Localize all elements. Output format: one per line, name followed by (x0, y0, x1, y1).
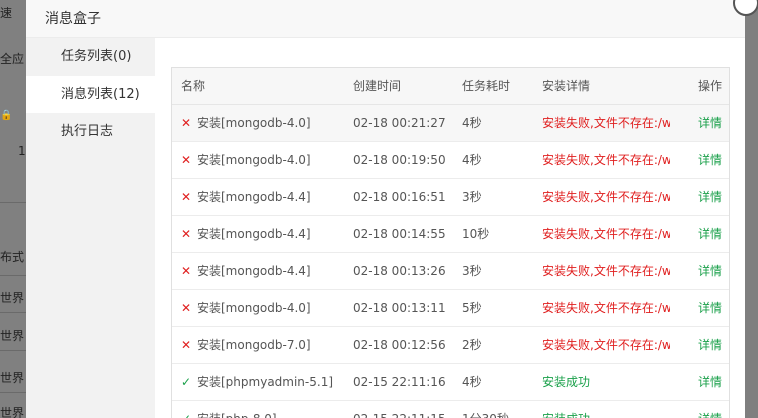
bg-text: 速 (0, 6, 13, 20)
task-name: 安装[mongodb-4.0] (197, 153, 311, 167)
detail-link[interactable]: 详情 (698, 327, 722, 363)
detail-link[interactable]: 详情 (698, 105, 722, 141)
bg-text: 全应 (0, 52, 25, 66)
install-detail: 安装失败,文件不存在:/www (542, 190, 670, 204)
check-icon: ✓ (181, 375, 192, 389)
dialog-header: 消息盒子 (26, 0, 745, 38)
created-time: 02-18 00:16:51 (353, 190, 446, 204)
created-time: 02-15 22:11:15 (353, 401, 446, 418)
detail-link[interactable]: 详情 (698, 179, 722, 215)
task-duration: 4秒 (462, 153, 482, 167)
cross-icon: ✕ (181, 190, 192, 204)
task-name: 安装[mongodb-4.4] (197, 227, 311, 241)
bg-text: 世界 (0, 291, 25, 305)
lock-icon: 🔒 (0, 110, 13, 121)
task-duration: 3秒 (462, 190, 482, 204)
table-row: ✕ 安装[mongodb-4.4] 02-18 00:16:51 3秒 安装失败,文件不… (172, 179, 729, 216)
cross-icon: ✕ (181, 116, 192, 130)
created-time: 02-18 00:12:56 (353, 338, 446, 352)
task-duration: 1分30秒 (462, 401, 509, 418)
install-detail: 安装失败,文件不存在:/www (542, 264, 670, 278)
detail-link[interactable]: 详情 (698, 364, 722, 400)
install-detail: 安装失败,文件不存在:/www (542, 153, 670, 167)
check-icon: ✓ (181, 401, 191, 418)
bg-text: 1 (18, 144, 26, 158)
task-duration: 5秒 (462, 301, 482, 315)
bg-divider (0, 312, 26, 313)
install-detail: 安装失败,文件不存在:/www (542, 301, 670, 315)
tab-task-list[interactable]: 任务列表(0) (26, 38, 155, 75)
table-row: ✕ 安装[mongodb-4.0] 02-18 00:19:50 4秒 安装失败,文件不… (172, 142, 729, 179)
table-header: 名称 创建时间 任务耗时 安装详情 操作 (172, 68, 729, 105)
header-install-detail: 安装详情 (542, 79, 591, 93)
task-duration: 4秒 (462, 116, 482, 130)
detail-link[interactable]: 详情 (698, 290, 722, 326)
task-name: 安装[mongodb-4.0] (197, 116, 311, 130)
table-row: ✕ 安装[mongodb-4.4] 02-18 00:14:55 10秒 安装失败,文件… (172, 216, 729, 253)
tab-execution-log[interactable]: 执行日志 (26, 113, 155, 150)
table-row: ✕ 安装[mongodb-4.0] 02-18 00:21:27 4秒 安装失败,文件不… (172, 105, 729, 142)
table-row: ✕ 安装[mongodb-4.0] 02-18 00:13:11 5秒 安装失败,文件不… (172, 290, 729, 327)
task-name: 安装[mongodb-4.0] (197, 301, 311, 315)
created-time: 02-18 00:13:11 (353, 301, 446, 315)
cross-icon: ✕ (181, 227, 192, 241)
task-name: 安装[mongodb-4.4] (197, 264, 311, 278)
detail-link[interactable]: 详情 (698, 253, 722, 289)
header-action: 操作 (698, 79, 723, 93)
task-duration: 2秒 (462, 338, 482, 352)
table-row: ✕ 安装[mongodb-4.4] 02-18 00:13:26 3秒 安装失败,文件不… (172, 253, 729, 290)
created-time: 02-18 00:19:50 (353, 153, 446, 167)
created-time: 02-18 00:21:27 (353, 116, 446, 130)
header-duration: 任务耗时 (462, 79, 511, 93)
cross-icon: ✕ (181, 301, 192, 315)
install-detail: 安装成功 (542, 401, 670, 418)
task-name: 安装[mongodb-4.4] (197, 190, 311, 204)
table-row: ✓ 安装[php-8.0] 02-15 22:11:15 1分30秒 安装成功 详情 (172, 401, 729, 418)
bg-divider (0, 202, 26, 203)
header-created-time: 创建时间 (353, 79, 402, 93)
table-row: ✓ 安装[phpmyadmin-5.1] 02-15 22:11:16 4秒 安装成功 详… (172, 364, 729, 401)
bg-text: 布式 (0, 250, 25, 264)
detail-link[interactable]: 详情 (698, 142, 722, 178)
detail-link[interactable]: 详情 (698, 401, 722, 418)
bg-divider (0, 350, 26, 351)
created-time: 02-15 22:11:16 (353, 375, 446, 389)
cross-icon: ✕ (181, 264, 192, 278)
header-name: 名称 (181, 79, 206, 93)
install-detail: 安装失败,文件不存在:/www (542, 227, 670, 241)
bg-text: 世界 (0, 329, 25, 343)
task-duration: 4秒 (462, 375, 482, 389)
background-page: 速 全应 🔒 1 布式 世界 世界 世界 世界 (0, 0, 26, 418)
dialog-sidebar: 任务列表(0) 消息列表(12) 执行日志 (26, 38, 155, 418)
detail-link[interactable]: 详情 (698, 216, 722, 252)
install-detail: 安装失败,文件不存在:/www (542, 116, 670, 130)
install-detail: 安装成功 (542, 375, 591, 389)
bg-text: 世界 (0, 371, 25, 385)
install-detail: 安装失败,文件不存在:/www (542, 338, 670, 352)
table-row: ✕ 安装[mongodb-7.0] 02-18 00:12:56 2秒 安装失败,文件不… (172, 327, 729, 364)
task-name: 安装[php-8.0] (197, 401, 277, 418)
tab-message-list[interactable]: 消息列表(12) (26, 76, 155, 113)
dialog-title: 消息盒子 (45, 11, 101, 27)
task-name: 安装[phpmyadmin-5.1] (197, 375, 334, 389)
created-time: 02-18 00:13:26 (353, 264, 446, 278)
cross-icon: ✕ (181, 153, 192, 167)
task-duration: 10秒 (462, 227, 490, 241)
message-table: 名称 创建时间 任务耗时 安装详情 操作 ✕ 安装[mongodb-4.0] 02-… (171, 67, 730, 418)
message-box-dialog: 消息盒子 任务列表(0) 消息列表(12) 执行日志 名称 创建时间 任务耗时 … (26, 0, 745, 418)
task-duration: 3秒 (462, 264, 482, 278)
bg-divider (0, 275, 26, 276)
created-time: 02-18 00:14:55 (353, 227, 446, 241)
bg-divider (0, 392, 26, 393)
cross-icon: ✕ (181, 338, 192, 352)
task-name: 安装[mongodb-7.0] (197, 338, 311, 352)
bg-text: 世界 (0, 406, 25, 418)
